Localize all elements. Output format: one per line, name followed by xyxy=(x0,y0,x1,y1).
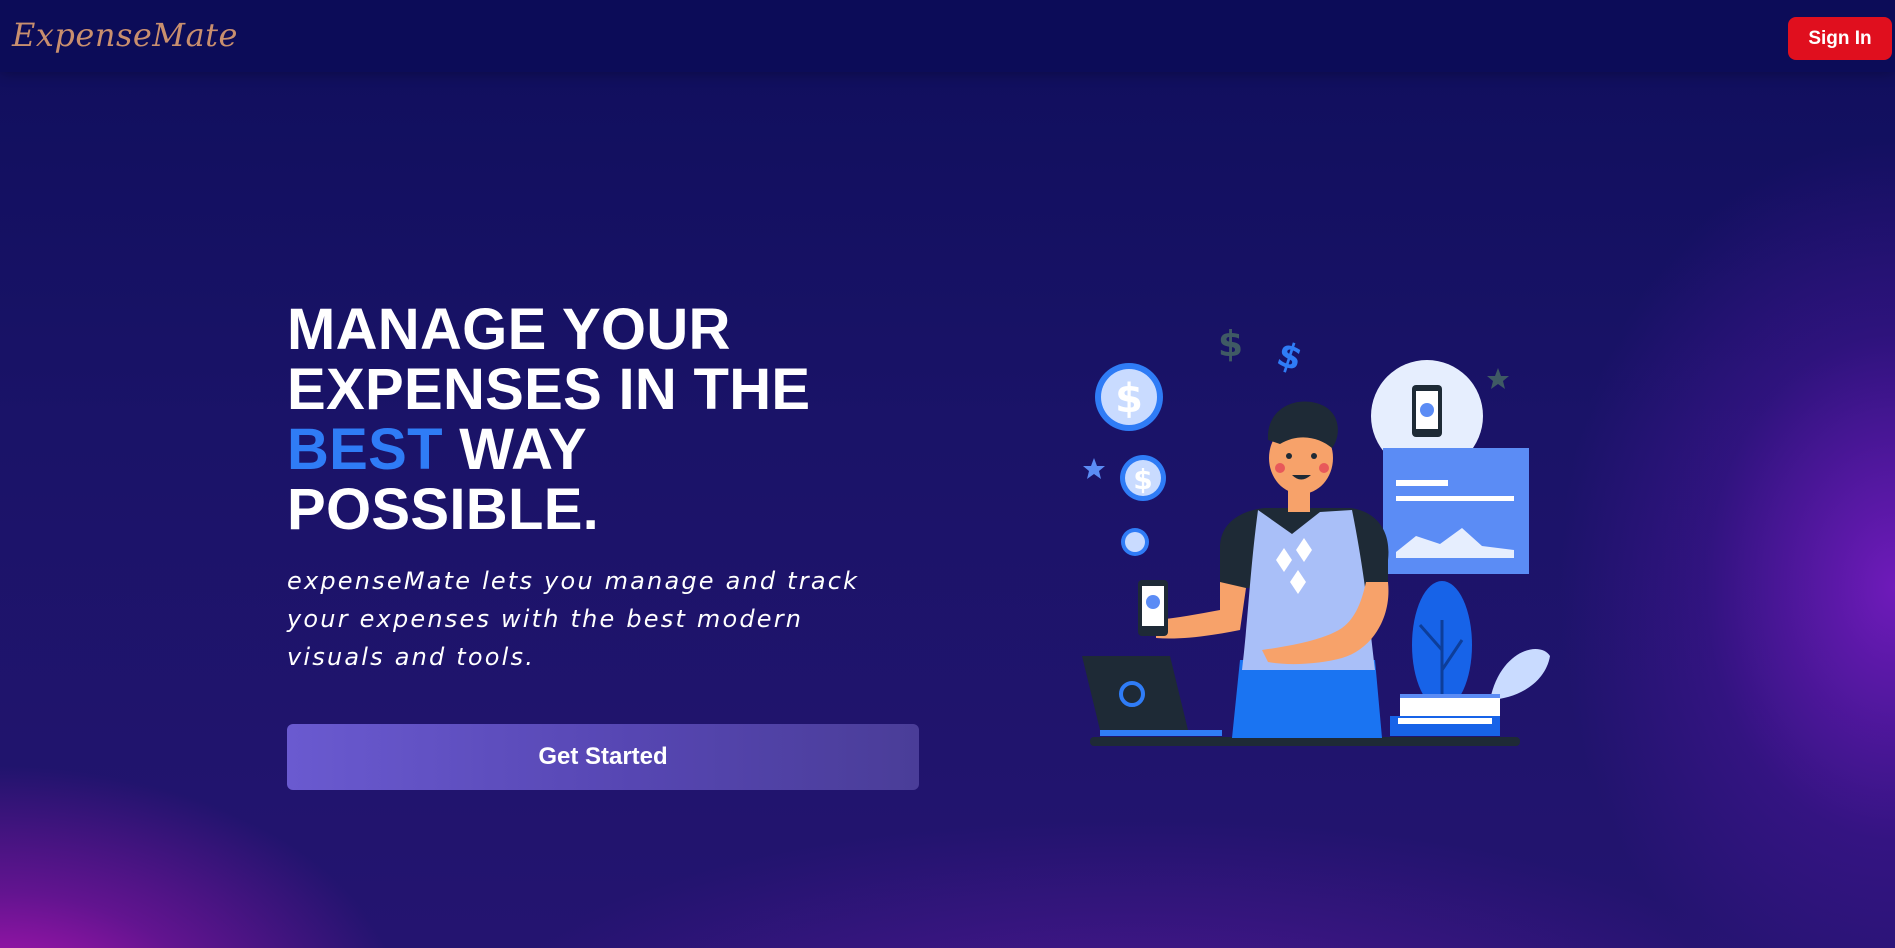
star-icon xyxy=(1487,368,1509,389)
headline-line-3-rest: WAY xyxy=(442,417,587,482)
hero-section: MANAGE YOUR EXPENSES IN THE BEST WAY POS… xyxy=(287,300,937,676)
svg-text:$: $ xyxy=(1115,376,1143,422)
laptop-icon xyxy=(1082,656,1222,736)
plant-icon xyxy=(1412,581,1550,709)
coin-icon xyxy=(1121,528,1149,556)
sign-in-button[interactable]: Sign In xyxy=(1788,17,1892,60)
headline-line-4: POSSIBLE. xyxy=(287,477,600,542)
finance-illustration: $ $ $ $ xyxy=(1082,324,1550,746)
coin-icon: $ xyxy=(1095,363,1163,431)
coin-icon: $ xyxy=(1120,455,1166,501)
dollar-sign-icon: $ xyxy=(1218,324,1243,365)
top-navbar: ExpenseMate Sign In xyxy=(0,0,1895,72)
get-started-button[interactable]: Get Started xyxy=(287,724,919,790)
star-icon xyxy=(1083,458,1105,479)
hero-headline: MANAGE YOUR EXPENSES IN THE BEST WAY POS… xyxy=(287,300,937,540)
headline-accent-word: BEST xyxy=(287,417,443,482)
headline-line-1: MANAGE YOUR xyxy=(287,297,731,362)
report-card xyxy=(1383,448,1529,574)
books-icon xyxy=(1390,694,1500,736)
svg-text:$: $ xyxy=(1133,463,1152,496)
desk-surface xyxy=(1090,737,1520,746)
hero-subtitle: expenseMate lets you manage and track yo… xyxy=(287,567,860,671)
brand-logo[interactable]: ExpenseMate xyxy=(12,16,238,54)
headline-line-2: EXPENSES IN THE xyxy=(287,357,811,422)
dollar-sign-icon: $ xyxy=(1272,334,1307,379)
